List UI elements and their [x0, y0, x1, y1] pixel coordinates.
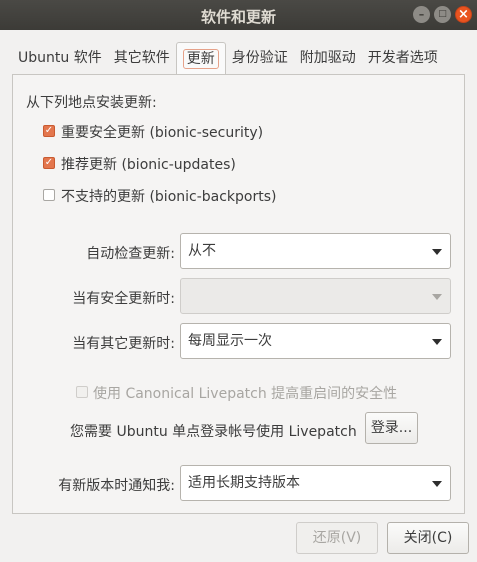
livepatch-checkbox	[76, 386, 88, 398]
backports-updates-checkbox[interactable]	[43, 189, 55, 201]
recommended-updates-checkbox[interactable]: ✓	[43, 157, 55, 169]
window-title: 软件和更新	[200, 8, 276, 26]
check-icon: ✓	[44, 125, 54, 136]
tab-authentication[interactable]: 身份验证	[226, 42, 294, 74]
tab-label: 身份验证	[231, 50, 288, 66]
other-updates-dropdown[interactable]: 每周显示一次	[180, 323, 451, 359]
minimize-button[interactable]: –	[413, 6, 430, 23]
chevron-down-icon	[432, 481, 442, 487]
tab-additional-drivers[interactable]: 附加驱动	[294, 42, 362, 74]
security-updates-label: 当有安全更新时:	[72, 291, 175, 307]
tab-updates[interactable]: 更新	[175, 42, 226, 75]
maximize-button[interactable]: □	[434, 6, 451, 23]
notify-new-version-value: 适用长期支持版本	[188, 475, 300, 491]
tab-label: 附加驱动	[299, 50, 356, 66]
tab-label: Ubuntu 软件	[18, 50, 102, 66]
tab-label: 开发者选项	[367, 50, 438, 66]
notify-new-version-dropdown[interactable]: 适用长期支持版本	[180, 465, 451, 501]
login-button[interactable]: 登录...	[365, 412, 418, 444]
security-updates-checkbox[interactable]: ✓	[43, 125, 55, 137]
other-updates-label: 当有其它更新时:	[72, 336, 175, 352]
chevron-down-icon	[432, 339, 442, 345]
updates-panel: 从下列地点安装更新: ✓ 重要安全更新 (bionic-security) ✓ …	[12, 74, 465, 514]
other-updates-value: 每周显示一次	[188, 333, 272, 349]
source-label-security[interactable]: 重要安全更新 (bionic-security)	[61, 122, 263, 142]
tab-label: 更新	[182, 49, 219, 69]
login-note: 您需要 Ubuntu 单点登录帐号使用 Livepatch	[70, 424, 357, 440]
minimize-icon: –	[418, 8, 425, 21]
tab-other-software[interactable]: 其它软件	[108, 42, 176, 74]
revert-button[interactable]: 还原(V)	[296, 522, 378, 554]
chevron-down-icon	[432, 294, 442, 300]
title-bar: 软件和更新 – □ ×	[0, 0, 477, 30]
check-icon: ✓	[44, 157, 54, 168]
auto-check-label: 自动检查更新:	[86, 246, 175, 262]
close-window-button[interactable]: ×	[455, 6, 472, 23]
tab-label: 其它软件	[113, 50, 170, 66]
tab-developer-options[interactable]: 开发者选项	[362, 42, 444, 74]
security-updates-dropdown	[180, 278, 451, 314]
tab-bar: Ubuntu 软件 其它软件 更新 身份验证 附加驱动 开发者选项	[12, 42, 444, 75]
install-from-label: 从下列地点安装更新:	[26, 95, 157, 111]
auto-check-value: 从不	[188, 243, 216, 259]
close-button[interactable]: 关闭(C)	[387, 522, 469, 554]
chevron-down-icon	[432, 249, 442, 255]
close-icon: ×	[458, 7, 469, 22]
tab-ubuntu-software[interactable]: Ubuntu 软件	[12, 42, 108, 74]
notify-new-version-label: 有新版本时通知我:	[58, 478, 175, 494]
source-label-backports[interactable]: 不支持的更新 (bionic-backports)	[61, 186, 277, 206]
source-label-updates[interactable]: 推荐更新 (bionic-updates)	[61, 154, 236, 174]
livepatch-label: 使用 Canonical Livepatch 提高重启间的安全性	[93, 386, 398, 402]
maximize-icon: □	[438, 9, 447, 19]
auto-check-dropdown[interactable]: 从不	[180, 233, 451, 269]
